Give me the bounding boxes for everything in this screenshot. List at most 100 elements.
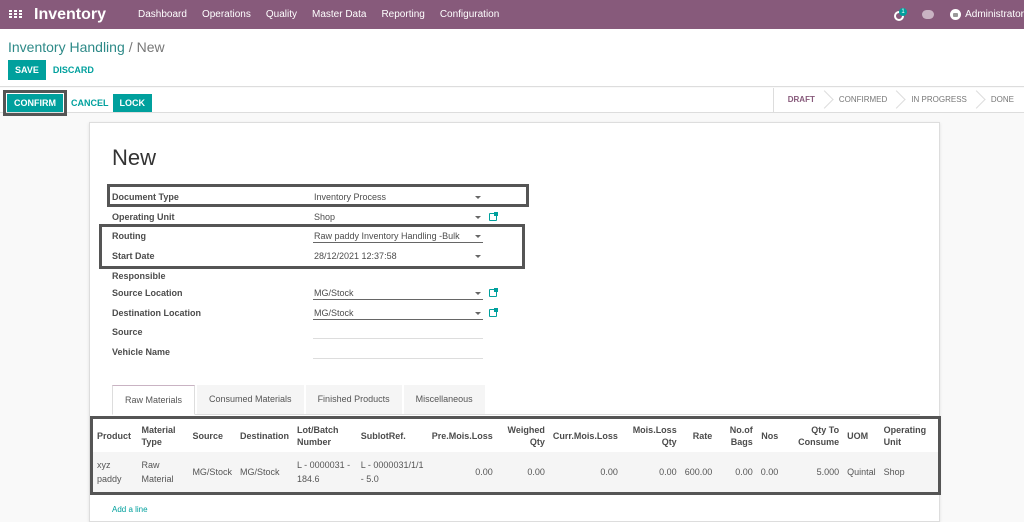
breadcrumb-separator: /: [128, 39, 133, 55]
chevron-down-icon: [475, 312, 481, 315]
add-line-link[interactable]: Add a line: [112, 505, 148, 514]
cell-product[interactable]: xyz paddy: [93, 452, 138, 492]
col-product[interactable]: Product: [93, 419, 138, 452]
tab-finished-products[interactable]: Finished Products: [305, 385, 402, 414]
table-header-row: Product Material Type Source Destination…: [93, 419, 938, 452]
discard-button[interactable]: DISCARD: [46, 60, 101, 80]
app-name[interactable]: Inventory: [34, 6, 106, 24]
source-location-row: Source Location MG/Stock: [112, 284, 512, 302]
start-date-input[interactable]: 28/12/2021 12:37:58: [313, 249, 483, 263]
col-no-of-bags[interactable]: No.of Bags: [716, 419, 757, 452]
stage-draft[interactable]: DRAFT: [774, 88, 825, 112]
external-link-icon[interactable]: [489, 288, 498, 297]
start-date-row: Start Date 28/12/2021 12:37:58: [112, 247, 512, 265]
stage-in-progress[interactable]: IN PROGRESS: [897, 88, 977, 112]
col-sublot-ref[interactable]: SublotRef.: [357, 419, 428, 452]
start-date-value: 28/12/2021 12:37:58: [314, 251, 397, 261]
vehicle-name-row: Vehicle Name: [112, 343, 512, 361]
source-location-select[interactable]: MG/Stock: [313, 286, 483, 300]
breadcrumb-parent[interactable]: Inventory Handling: [8, 39, 125, 55]
cell-rate[interactable]: 600.00: [680, 452, 717, 492]
confirm-highlight: CONFIRM: [3, 90, 67, 116]
source-label: Source: [112, 327, 143, 337]
vehicle-name-input[interactable]: [313, 345, 483, 359]
cell-pre-mois-loss[interactable]: 0.00: [427, 452, 497, 492]
notebook-tabs: Raw Materials Consumed Materials Finishe…: [112, 385, 920, 415]
cell-qty-to-consume[interactable]: 5.000: [782, 452, 844, 492]
operating-unit-select[interactable]: Shop: [313, 210, 483, 224]
col-destination[interactable]: Destination: [236, 419, 293, 452]
stage-confirmed[interactable]: CONFIRMED: [825, 88, 897, 112]
raw-materials-table: Product Material Type Source Destination…: [90, 416, 941, 495]
vehicle-name-label: Vehicle Name: [112, 347, 171, 357]
col-operating-unit[interactable]: Operating Unit: [880, 419, 938, 452]
col-material-type[interactable]: Material Type: [138, 419, 189, 452]
menu-quality[interactable]: Quality: [266, 9, 297, 20]
menu-dashboard[interactable]: Dashboard: [138, 9, 187, 20]
cell-curr-mois-loss[interactable]: 0.00: [548, 452, 622, 492]
activity-clock-icon[interactable]: 1: [894, 7, 908, 22]
col-source[interactable]: Source: [188, 419, 236, 452]
document-type-row: Document Type Inventory Process: [112, 188, 512, 206]
col-lot-batch[interactable]: Lot/Batch Number: [293, 419, 357, 452]
tab-miscellaneous[interactable]: Miscellaneous: [403, 385, 485, 414]
col-rate[interactable]: Rate: [681, 419, 717, 452]
external-link-icon[interactable]: [489, 308, 498, 317]
col-pre-mois-loss[interactable]: Pre.Mois.Loss: [428, 419, 497, 452]
activity-count-badge: 1: [899, 7, 908, 16]
cell-material-type[interactable]: Raw Material: [137, 452, 189, 492]
destination-location-value: MG/Stock: [314, 308, 354, 318]
cell-no-of-bags[interactable]: 0.00: [716, 452, 757, 492]
source-location-label: Source Location: [112, 288, 183, 298]
menu-configuration[interactable]: Configuration: [440, 9, 499, 20]
chevron-down-icon: [475, 255, 481, 258]
source-input[interactable]: [313, 325, 483, 339]
tab-raw-materials[interactable]: Raw Materials: [112, 385, 196, 415]
cell-mois-loss-qty[interactable]: 0.00: [621, 452, 681, 492]
cell-lot-batch[interactable]: L - 0000031 - 184.6: [292, 452, 357, 492]
responsible-label: Responsible: [112, 271, 166, 281]
cell-source[interactable]: MG/Stock: [188, 452, 236, 492]
stage-pipeline: DRAFT CONFIRMED IN PROGRESS DONE: [772, 88, 1024, 112]
chevron-down-icon: [475, 196, 481, 199]
col-uom[interactable]: UOM: [843, 419, 880, 452]
col-weighed-qty[interactable]: Weighed Qty: [497, 419, 549, 452]
routing-label: Routing: [112, 231, 146, 241]
lock-button[interactable]: LOCK: [112, 94, 152, 112]
cancel-button[interactable]: CANCEL: [67, 94, 113, 112]
cell-uom[interactable]: Quintal: [843, 452, 880, 492]
breadcrumb-current: New: [136, 39, 165, 55]
destination-location-label: Destination Location: [112, 308, 202, 318]
user-avatar-icon[interactable]: [950, 9, 962, 20]
col-nos[interactable]: Nos: [757, 419, 783, 452]
chat-icon[interactable]: [922, 10, 935, 19]
menu-reporting[interactable]: Reporting: [381, 9, 424, 20]
destination-location-row: Destination Location MG/Stock: [112, 304, 512, 322]
confirm-button[interactable]: CONFIRM: [7, 94, 63, 112]
cell-weighed-qty[interactable]: 0.00: [496, 452, 549, 492]
destination-location-select[interactable]: MG/Stock: [313, 306, 483, 320]
routing-select[interactable]: Raw paddy Inventory Handling -Bulk: [313, 229, 483, 243]
menu-master-data[interactable]: Master Data: [312, 9, 366, 20]
chevron-down-icon: [475, 235, 481, 238]
cell-destination[interactable]: MG/Stock: [235, 452, 293, 492]
col-mois-loss-qty[interactable]: Mois.Loss Qty: [622, 419, 681, 452]
user-name[interactable]: Administrator: [965, 9, 1024, 20]
cell-nos[interactable]: 0.00: [756, 452, 783, 492]
col-curr-mois-loss[interactable]: Curr.Mois.Loss: [549, 419, 622, 452]
routing-value: Raw paddy Inventory Handling -Bulk: [314, 231, 460, 241]
document-type-label: Document Type: [112, 192, 179, 202]
cell-sublot-ref[interactable]: L - 0000031/1/1 - 5.0: [356, 452, 428, 492]
menu-operations[interactable]: Operations: [202, 9, 251, 20]
table-row[interactable]: xyz paddy Raw Material MG/Stock MG/Stock…: [93, 452, 938, 492]
save-button[interactable]: SAVE: [8, 60, 46, 80]
responsible-row: Responsible: [112, 267, 512, 285]
external-link-icon[interactable]: [489, 212, 498, 221]
col-qty-to-consume[interactable]: Qty To Consume: [782, 419, 843, 452]
source-row: Source: [112, 323, 512, 341]
cell-operating-unit[interactable]: Shop: [879, 452, 938, 492]
apps-grid-icon[interactable]: [9, 9, 22, 20]
document-type-select[interactable]: Inventory Process: [313, 190, 483, 204]
operating-unit-label: Operating Unit: [112, 212, 175, 222]
tab-consumed-materials[interactable]: Consumed Materials: [197, 385, 304, 414]
